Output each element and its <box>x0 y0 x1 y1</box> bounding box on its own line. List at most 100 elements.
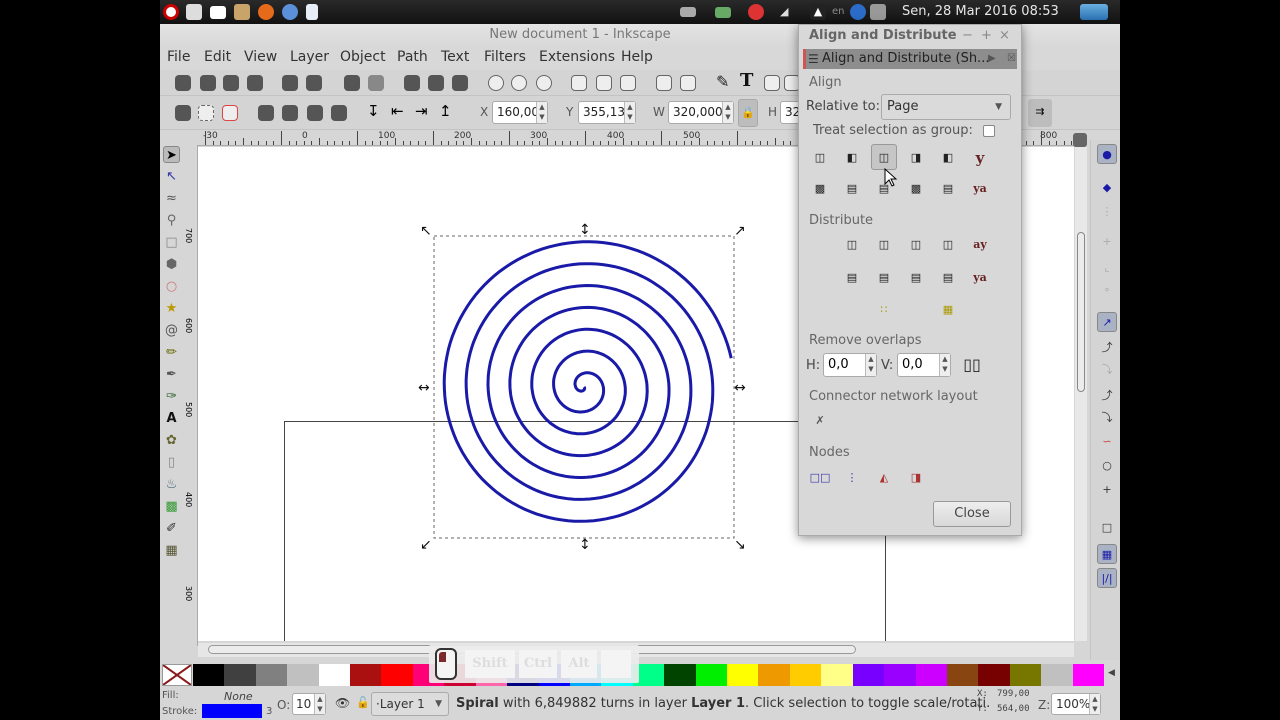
keyboard-layout-indicator[interactable]: en <box>832 6 845 17</box>
menu-file[interactable]: File <box>167 49 190 65</box>
fill-stroke-icon[interactable]: ✎ <box>716 72 729 91</box>
spiral-tool-icon[interactable]: @ <box>163 322 180 339</box>
rotate-cw-icon[interactable] <box>282 105 298 121</box>
nodes-distribute-h-icon[interactable]: ◭ <box>871 465 897 491</box>
scale-handle-ne[interactable]: ↗ <box>734 223 746 239</box>
align-left-edges-icon[interactable]: ◧ <box>839 145 865 171</box>
menu-help[interactable]: Help <box>621 49 653 65</box>
nodes-distribute-v-icon[interactable]: ◨ <box>903 465 929 491</box>
raise-to-top-icon[interactable]: ↥ <box>439 102 452 120</box>
lower-icon[interactable]: ⇤ <box>391 102 404 120</box>
align-bottom-to-top-icon[interactable]: ▩ <box>807 176 833 202</box>
tab-menu-icon[interactable]: ▶ <box>988 49 996 69</box>
3d-box-tool-icon[interactable]: ⬢ <box>163 256 180 273</box>
menu-edit[interactable]: Edit <box>204 49 231 65</box>
align-top-edges-icon[interactable]: ▤ <box>839 176 865 202</box>
vertical-scrollbar[interactable] <box>1075 147 1087 641</box>
save-icon[interactable] <box>223 75 239 91</box>
x-input[interactable]: 160,000 ▲ ▼ <box>492 101 548 124</box>
snap-cusp-icon[interactable]: ⤴ <box>1097 386 1117 406</box>
y-input[interactable]: 355,137 ▲ ▼ <box>578 101 636 124</box>
star-tool-icon[interactable]: ★ <box>163 300 180 317</box>
layers-icon[interactable] <box>764 75 780 91</box>
connector-layout-icon[interactable]: ✗ <box>807 408 833 434</box>
close-button[interactable]: Close <box>933 501 1011 527</box>
distribute-bottom-edges-icon[interactable]: ▤ <box>903 265 929 291</box>
align-text-anchors-icon[interactable]: y <box>967 145 993 171</box>
snap-bbox-corners-icon[interactable]: + <box>1097 232 1117 252</box>
files-icon[interactable] <box>234 4 250 20</box>
unclump-icon[interactable]: ▦ <box>935 297 961 323</box>
nodes-align-h-icon[interactable]: □□ <box>807 465 833 491</box>
distribute-baselines-h-icon[interactable]: ay <box>967 232 993 258</box>
snap-intersections-icon[interactable]: ⤵ <box>1097 360 1117 380</box>
text-editor-icon[interactable] <box>186 4 202 20</box>
spiral-shape[interactable] <box>442 240 733 523</box>
toggle-lock-icon[interactable]: 🔓 <box>356 696 370 709</box>
distribute-left-edges-icon[interactable]: ◫ <box>839 232 865 258</box>
palette-swatch[interactable] <box>287 664 320 686</box>
text-tool-icon[interactable]: A <box>163 410 180 427</box>
align-left-to-right-icon[interactable]: ◧ <box>935 145 961 171</box>
distribute-top-edges-icon[interactable]: ▤ <box>839 265 865 291</box>
paint-bucket-tool-icon[interactable]: ♨ <box>163 476 180 493</box>
zoom-input[interactable]: 100% ▲ ▼ <box>1051 693 1101 715</box>
text-font-icon[interactable]: T <box>740 70 753 91</box>
transform-options-icon[interactable]: ⇉ <box>1028 99 1052 127</box>
palette-swatch[interactable] <box>224 664 257 686</box>
copy-icon[interactable] <box>404 75 420 91</box>
palette-menu-icon[interactable]: ◀ <box>1108 668 1115 678</box>
palette-swatch[interactable] <box>727 664 759 686</box>
x-spinner[interactable]: ▲ ▼ <box>536 102 547 123</box>
y-spinner[interactable]: ▲ ▼ <box>624 102 635 123</box>
palette-swatch[interactable] <box>1072 664 1105 686</box>
distribute-centers-v-icon[interactable]: ▤ <box>871 265 897 291</box>
stroke-color-swatch[interactable] <box>202 704 262 718</box>
keyboard-icon[interactable] <box>680 7 696 17</box>
scale-handle-se[interactable]: ↘ <box>734 537 746 553</box>
zoom-page-icon[interactable] <box>536 75 552 91</box>
relative-to-select[interactable]: Page ▼ <box>881 94 1011 120</box>
align-right-to-left-icon[interactable]: ◫ <box>807 145 833 171</box>
print-icon[interactable] <box>247 75 263 91</box>
duplicate-icon[interactable] <box>571 75 587 91</box>
gradient-tool-icon[interactable]: ▩ <box>163 498 180 515</box>
palette-swatch[interactable] <box>884 664 916 686</box>
layer-selector[interactable]: ·Layer 1 ▼ <box>371 692 449 716</box>
w-input[interactable]: 320,000 ▲ ▼ <box>668 101 734 124</box>
snap-object-centers-icon[interactable]: ○ <box>1097 456 1117 476</box>
scale-handle-w[interactable]: ↔ <box>418 380 430 396</box>
snap-rotation-centers-icon[interactable]: + <box>1097 480 1117 500</box>
firefox-icon[interactable] <box>258 4 274 20</box>
align-right-edges-icon[interactable]: ◨ <box>903 145 929 171</box>
palette-swatch[interactable] <box>1009 664 1042 686</box>
palette-swatch[interactable] <box>789 664 822 686</box>
zoom-selection-icon[interactable] <box>488 75 504 91</box>
remove-overlaps-icon[interactable]: ▯▯ <box>959 352 985 378</box>
ellipse-tool-icon[interactable]: ○ <box>163 278 180 295</box>
group-icon[interactable] <box>656 75 672 91</box>
connector-tool-icon[interactable]: ▦ <box>163 542 180 559</box>
hp-icon[interactable] <box>850 4 866 20</box>
cut-icon[interactable] <box>428 75 444 91</box>
no-paint-swatch[interactable] <box>162 664 192 686</box>
deselect-icon[interactable] <box>222 105 238 121</box>
distribute-gaps-v-icon[interactable]: ▤ <box>935 265 961 291</box>
flip-horizontal-icon[interactable] <box>307 105 323 121</box>
menu-object[interactable]: Object <box>340 49 386 65</box>
palette-swatch[interactable] <box>946 664 979 686</box>
randomize-centers-icon[interactable]: ∷ <box>871 297 897 323</box>
volume-icon[interactable]: ◢ <box>780 4 796 20</box>
unlink-clone-icon[interactable] <box>620 75 636 91</box>
align-bottom-edges-icon[interactable]: ▩ <box>903 176 929 202</box>
select-all-icon[interactable] <box>175 105 191 121</box>
menu-filters[interactable]: Filters <box>484 49 526 65</box>
scale-handle-s[interactable]: ↕ <box>579 537 591 553</box>
menu-path[interactable]: Path <box>397 49 428 65</box>
zoom-corner-button[interactable] <box>1073 133 1087 147</box>
signal-icon[interactable]: ▲ <box>810 4 826 20</box>
pencil-tool-icon[interactable]: ✏ <box>163 344 180 361</box>
tab-close-icon[interactable]: ☒ <box>1007 49 1016 69</box>
palette-swatch[interactable] <box>193 664 225 686</box>
pen-tool-icon[interactable]: ✒ <box>163 366 180 383</box>
